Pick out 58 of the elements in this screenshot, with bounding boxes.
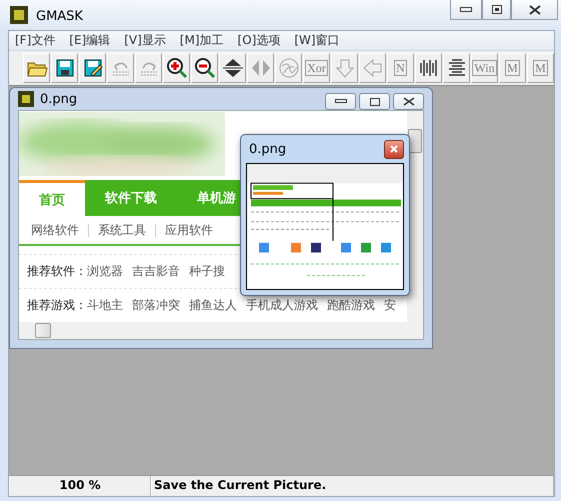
toolbar-button[interactable] — [443, 53, 470, 83]
zoom-in-icon — [166, 57, 188, 79]
app-icon — [10, 6, 28, 24]
zoom-out-icon — [194, 57, 216, 79]
menu-item[interactable]: [E]编辑 — [69, 32, 110, 49]
close-button[interactable] — [393, 93, 424, 110]
recommend-link[interactable]: 手机成人游戏 — [246, 297, 318, 314]
menu-item[interactable]: [W]窗口 — [294, 32, 340, 49]
menu-item[interactable]: [M]加工 — [180, 32, 224, 49]
down-arrow-icon — [334, 57, 356, 79]
vertical-bars-icon — [418, 57, 440, 79]
toolbar-button[interactable] — [51, 53, 78, 83]
menu-item[interactable]: [V]显示 — [124, 32, 166, 49]
toolbar-button[interactable] — [415, 53, 442, 83]
menu-item[interactable]: [F]文件 — [15, 32, 56, 49]
recommend-link[interactable]: 部落冲突 — [132, 297, 180, 314]
swirl-icon — [278, 57, 300, 79]
maximize-button[interactable] — [359, 93, 390, 110]
horizontal-scrollbar[interactable] — [19, 322, 407, 339]
window-title: GMASK — [36, 9, 83, 24]
maximize-button[interactable] — [482, 0, 511, 20]
recommend-link[interactable]: 吉吉影音 — [132, 263, 180, 280]
status-message: Save the Current Picture. — [151, 476, 554, 496]
toolbar-button[interactable] — [79, 53, 106, 83]
flip-vertical-icon — [222, 57, 244, 79]
recommend-link[interactable]: 种子搜 — [189, 263, 225, 280]
close-icon — [528, 4, 540, 14]
close-icon — [402, 97, 414, 106]
category-link[interactable]: 系统工具 — [98, 222, 146, 238]
minimize-button[interactable] — [325, 93, 356, 110]
recommend-link[interactable]: 浏览器 — [87, 263, 123, 280]
minimize-icon — [334, 99, 346, 104]
minimize-button[interactable] — [450, 0, 482, 20]
close-icon — [390, 145, 398, 153]
category-link[interactable]: 网络软件 — [31, 222, 79, 238]
restore-icon — [370, 98, 380, 106]
left-arrow-icon — [362, 57, 384, 79]
app-icon — [18, 91, 34, 107]
recommend-link[interactable]: 跑酷游戏 — [327, 297, 375, 314]
close-button[interactable] — [384, 140, 404, 158]
toolbar-button[interactable] — [163, 53, 190, 83]
window-title: 0.png — [249, 142, 286, 156]
floppy-icon — [54, 57, 76, 79]
recommend-link[interactable]: 斗地主 — [87, 297, 123, 314]
row-label: 推荐游戏： — [27, 297, 87, 314]
toolbar-button[interactable] — [219, 53, 246, 83]
row-label: 推荐软件： — [27, 263, 87, 280]
zoom-level: 100 % — [9, 476, 151, 496]
floppy-pencil-icon — [82, 57, 104, 79]
minimize-icon — [460, 6, 472, 12]
toolbar-button[interactable] — [191, 53, 218, 83]
restore-icon — [492, 5, 502, 14]
window-title: 0.png — [40, 92, 78, 106]
menu-item[interactable]: [O]选项 — [238, 32, 280, 49]
recommend-link[interactable]: 捕鱼达人 — [189, 297, 237, 314]
close-button[interactable] — [511, 0, 558, 20]
category-link[interactable]: 应用软件 — [165, 222, 213, 238]
recommend-link[interactable]: 安 — [384, 297, 396, 314]
